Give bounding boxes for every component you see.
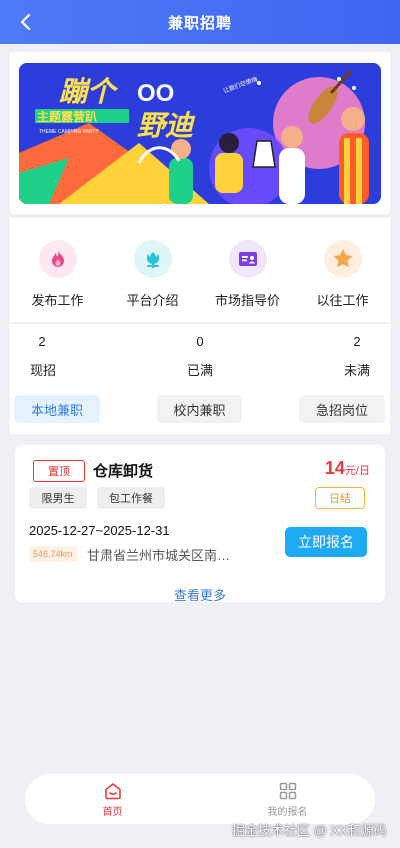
bottom-tab-bar: 首页 我的报名 xyxy=(25,774,375,824)
tabbar-label: 首页 xyxy=(102,806,123,818)
job-card[interactable]: 置顶 仓库卸货 14元/日 限男生 包工作餐 日结 2025-12-27~202… xyxy=(15,445,385,604)
shortcut-market-price[interactable]: 市场指导价 xyxy=(200,218,295,322)
watermark-text: 掘金技术社区 @ XX和源码 xyxy=(232,823,387,838)
pinned-badge: 置顶 xyxy=(33,460,85,482)
job-tag: 包工作餐 xyxy=(97,487,165,509)
job-address: 甘肃省兰州市城关区南关十字 xyxy=(87,548,235,563)
back-button[interactable] xyxy=(14,10,38,34)
svg-text:野迪: 野迪 xyxy=(137,110,196,141)
shortcut-post-job[interactable]: 发布工作 xyxy=(10,218,105,322)
stat-hiring-label: 现招 xyxy=(29,363,56,378)
svg-text:主题露营趴: 主题露营趴 xyxy=(37,109,97,124)
tab-local-jobs[interactable]: 本地兼职 xyxy=(14,395,100,423)
banner-illustration: 蹦个 OO 野迪 主题露营趴 THEME CAMPING PARTY 让我们尽情… xyxy=(19,63,381,204)
stat-hiring-count: 2 xyxy=(38,334,46,349)
stat-open-label: 未满 xyxy=(343,363,370,378)
job-dates: 2025-12-27~2025-12-31 xyxy=(29,523,170,538)
pay-type-badge: 日结 xyxy=(315,487,365,509)
job-salary: 14元/日 xyxy=(325,458,370,479)
svg-text:THEME CAMPING PARTY: THEME CAMPING PARTY xyxy=(39,129,99,135)
flower-icon xyxy=(133,240,172,278)
top-nav-bar: 兼职招聘 xyxy=(0,0,400,44)
tab-campus-jobs[interactable]: 校内兼职 xyxy=(157,395,242,423)
page-title: 兼职招聘 xyxy=(167,14,232,32)
shortcut-past-jobs[interactable]: 以往工作 xyxy=(295,218,390,322)
feature-shortcuts: 发布工作 平台介绍 市场指导价 以往工作 xyxy=(10,218,390,322)
svg-text:OO: OO xyxy=(137,80,174,107)
shortcut-label: 平台介绍 xyxy=(126,293,179,308)
chevron-left-icon xyxy=(20,14,31,30)
banner-container: 蹦个 OO 野迪 主题露营趴 THEME CAMPING PARTY 让我们尽情… xyxy=(10,52,390,214)
svg-text:蹦个: 蹦个 xyxy=(59,76,119,107)
salary-unit: 元/日 xyxy=(344,465,370,477)
tab-urgent-jobs[interactable]: 急招岗位 xyxy=(299,395,385,423)
tabbar-item-home[interactable]: 首页 xyxy=(25,774,200,824)
job-title: 仓库卸货 xyxy=(93,463,154,480)
home-icon xyxy=(104,782,121,799)
promo-banner-image[interactable]: 蹦个 OO 野迪 主题露营趴 THEME CAMPING PARTY 让我们尽情… xyxy=(19,63,381,204)
stat-full-label: 已满 xyxy=(186,363,213,378)
apply-button[interactable]: 立即报名 xyxy=(285,527,367,557)
job-tag: 限男生 xyxy=(29,487,87,509)
distance-badge: 546.74km xyxy=(29,546,77,562)
tabbar-label: 我的报名 xyxy=(267,806,308,818)
id-card-icon xyxy=(228,240,267,278)
shortcut-platform-intro[interactable]: 平台介绍 xyxy=(105,218,200,322)
view-more-link[interactable]: 查看更多 xyxy=(15,585,385,604)
shortcut-label: 发布工作 xyxy=(31,293,84,308)
stat-open-count: 2 xyxy=(353,334,361,349)
flame-icon xyxy=(38,240,77,278)
shortcut-label: 以往工作 xyxy=(316,293,369,308)
star-icon xyxy=(323,240,362,278)
salary-amount: 14 xyxy=(324,458,345,478)
shortcut-label: 市场指导价 xyxy=(214,293,280,308)
tabbar-item-my-applications[interactable]: 我的报名 xyxy=(200,774,375,824)
grid-icon xyxy=(279,782,296,799)
stat-full-count: 0 xyxy=(196,334,204,349)
